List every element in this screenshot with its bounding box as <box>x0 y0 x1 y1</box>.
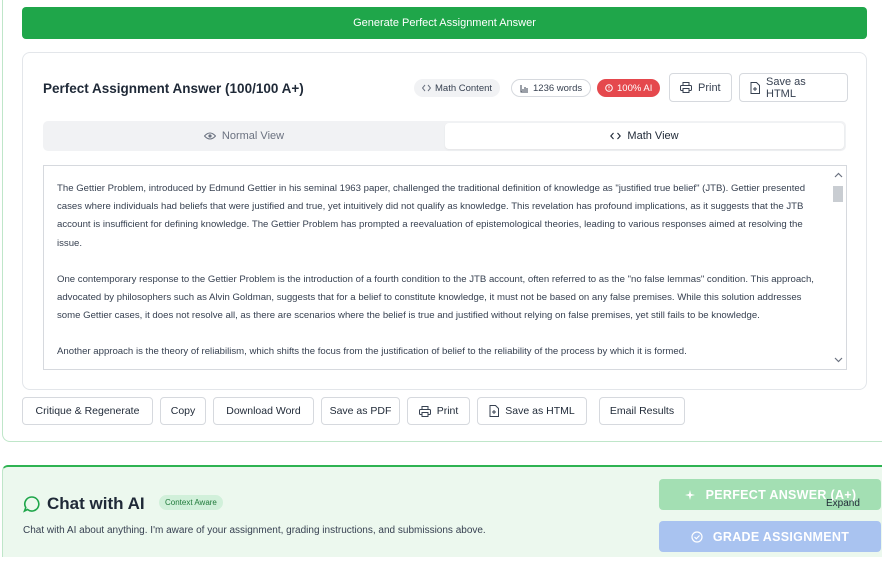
ai-score-label: 100% AI <box>617 82 653 94</box>
printer-icon <box>680 82 692 93</box>
header-print-label: Print <box>698 81 721 94</box>
generate-answer-button[interactable]: Generate Perfect Assignment Answer <box>22 7 867 39</box>
scroll-up-arrow-icon[interactable] <box>832 170 844 180</box>
chat-title-label: Chat with AI <box>47 494 145 513</box>
scroll-thumb[interactable] <box>833 186 843 202</box>
chart-icon <box>520 84 529 93</box>
save-pdf-button[interactable]: Save as PDF <box>321 397 400 425</box>
ai-score-badge: 100% AI <box>597 79 661 97</box>
download-word-button[interactable]: Download Word <box>213 397 314 425</box>
warning-icon <box>605 84 613 92</box>
save-html-label: Save as HTML <box>505 405 575 417</box>
answer-card: Perfect Assignment Answer (100/100 A+) M… <box>22 52 867 390</box>
header-print-button[interactable]: Print <box>669 73 732 102</box>
code-icon <box>422 84 431 92</box>
email-results-label: Email Results <box>609 405 675 417</box>
file-export-icon <box>489 405 500 417</box>
answer-title: Perfect Assignment Answer (100/100 A+) <box>43 81 304 96</box>
tab-normal-view-label: Normal View <box>221 130 285 142</box>
email-results-button[interactable]: Email Results <box>599 397 685 425</box>
download-word-label: Download Word <box>226 405 301 417</box>
chat-section: Chat with AI Context Aware Chat with AI … <box>2 465 882 557</box>
file-export-icon <box>750 81 760 94</box>
critique-regenerate-button[interactable]: Critique & Regenerate <box>22 397 153 425</box>
print-button[interactable]: Print <box>407 397 470 425</box>
header-save-html-button[interactable]: Save as HTML <box>739 73 848 102</box>
math-content-label: Math Content <box>435 82 493 94</box>
tab-normal-view[interactable]: Normal View <box>43 123 445 149</box>
printer-icon <box>418 405 431 417</box>
word-count-label: 1236 words <box>533 82 583 94</box>
tab-math-view-label: Math View <box>627 130 679 142</box>
answer-paragraph: The Gettier Problem, introduced by Edmun… <box>57 183 806 249</box>
answer-paragraph: Another approach is the theory of reliab… <box>57 346 687 358</box>
tab-math-view[interactable]: Math View <box>445 123 844 149</box>
check-circle-icon <box>691 530 703 543</box>
math-content-badge: Math Content <box>414 79 501 97</box>
save-pdf-label: Save as PDF <box>329 405 392 417</box>
content-scrollbar[interactable] <box>829 165 847 370</box>
context-aware-badge: Context Aware <box>159 495 223 510</box>
chat-title: Chat with AI <box>23 494 145 514</box>
eye-icon <box>203 132 216 140</box>
expand-tooltip: Expand <box>826 498 860 509</box>
critique-regenerate-label: Critique & Regenerate <box>35 405 140 417</box>
chat-bubble-icon <box>23 495 41 513</box>
sparkle-icon <box>684 489 696 501</box>
header-save-html-label: Save as HTML <box>766 75 806 100</box>
answer-paragraph: One contemporary response to the Gettier… <box>57 273 814 322</box>
print-label: Print <box>436 405 459 417</box>
copy-button[interactable]: Copy <box>160 397 206 425</box>
chat-description: Chat with AI about anything. I'm aware o… <box>23 525 486 536</box>
code-icon <box>610 132 622 140</box>
scroll-down-arrow-icon[interactable] <box>832 355 844 365</box>
word-count-badge: 1236 words <box>511 79 592 97</box>
save-html-button[interactable]: Save as HTML <box>477 397 587 425</box>
answer-content: The Gettier Problem, introduced by Edmun… <box>43 165 829 370</box>
grade-assignment-label: GRADE ASSIGNMENT <box>712 529 850 544</box>
view-toggle: Normal View Math View <box>43 121 846 151</box>
copy-label: Copy <box>170 405 196 417</box>
grade-assignment-button[interactable]: GRADE ASSIGNMENT <box>659 521 881 552</box>
